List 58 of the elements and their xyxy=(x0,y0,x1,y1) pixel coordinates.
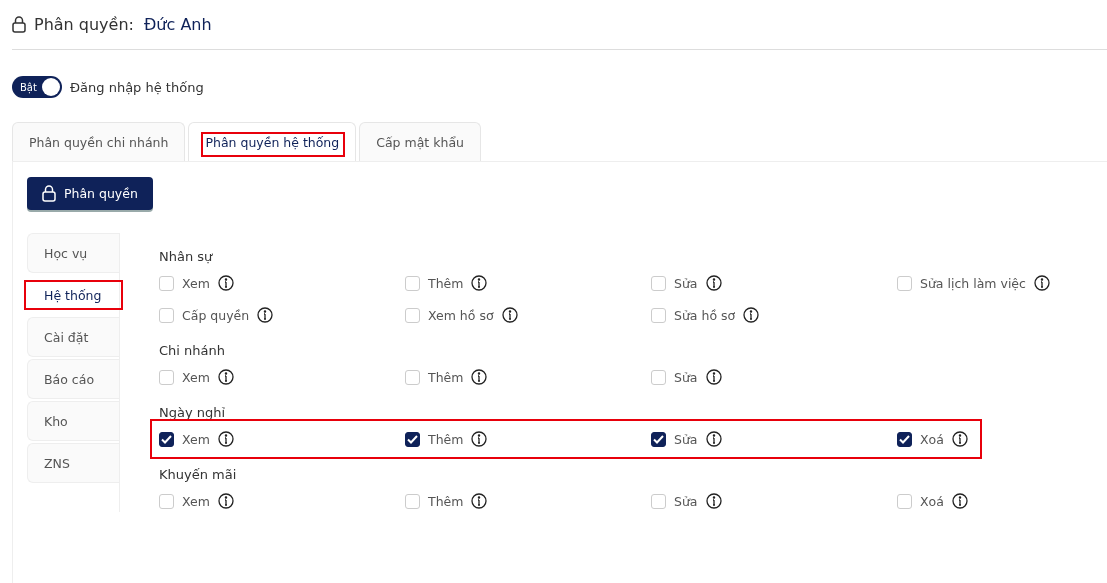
group-title: Khuyến mãi xyxy=(159,467,238,482)
info-icon[interactable] xyxy=(217,431,234,447)
checkbox[interactable] xyxy=(651,431,666,447)
checkbox[interactable] xyxy=(405,431,420,447)
info-icon[interactable] xyxy=(501,307,518,323)
permission-label: Xem hồ sơ xyxy=(428,307,494,323)
tab[interactable]: Cấp mật khẩu xyxy=(359,122,481,161)
permission-label: Thêm xyxy=(428,275,464,291)
permission-label: Xem xyxy=(182,275,210,291)
group-title: Chi nhánh xyxy=(159,343,226,358)
permission-label: Cấp quyền xyxy=(182,307,250,323)
info-icon[interactable] xyxy=(217,275,234,291)
sidebar-item[interactable]: ZNS xyxy=(27,443,119,483)
info-icon[interactable] xyxy=(743,307,760,323)
info-icon[interactable] xyxy=(471,369,488,385)
info-icon[interactable] xyxy=(471,493,488,509)
sidebar-item[interactable]: Báo cáo xyxy=(27,359,119,399)
lock-icon xyxy=(42,185,56,202)
permission-label: Sửa lịch làm việc xyxy=(920,275,1026,291)
permission-label: Xoá xyxy=(920,493,944,509)
page-title: Phân quyền: xyxy=(34,15,134,34)
sidebar-item[interactable]: Học vụ xyxy=(27,233,119,273)
info-icon[interactable] xyxy=(705,493,722,509)
permission-label: Thêm xyxy=(428,493,464,509)
info-icon[interactable] xyxy=(705,369,722,385)
tab[interactable]: Phân quyền hệ thống xyxy=(188,122,357,161)
permission-label: Xoá xyxy=(920,431,944,447)
group-title: Nhân sự xyxy=(159,249,214,264)
info-icon[interactable] xyxy=(705,431,722,447)
info-icon[interactable] xyxy=(951,431,968,447)
sidebar-item[interactable]: Kho xyxy=(27,401,119,441)
permission-label: Sửa hồ sơ xyxy=(674,307,736,323)
info-icon[interactable] xyxy=(217,493,234,509)
info-icon[interactable] xyxy=(705,275,722,291)
permission-label: Sửa xyxy=(674,369,698,385)
info-icon[interactable] xyxy=(951,493,968,509)
permission-label: Sửa xyxy=(674,493,698,509)
permission-label: Thêm xyxy=(428,431,464,447)
info-icon[interactable] xyxy=(217,369,234,385)
permission-label: Thêm xyxy=(428,369,464,385)
permission-label: Xem xyxy=(182,493,210,509)
info-icon[interactable] xyxy=(257,307,274,323)
permission-label: Sửa xyxy=(674,275,698,291)
info-icon[interactable] xyxy=(1033,275,1050,291)
sidebar-item[interactable]: Cài đặt xyxy=(27,317,119,357)
login-toggle[interactable]: Bật xyxy=(12,76,62,98)
info-icon[interactable] xyxy=(471,275,488,291)
tab[interactable]: Phân quyền chi nhánh xyxy=(12,122,186,161)
checkbox[interactable] xyxy=(897,431,912,447)
lock-icon xyxy=(12,16,26,33)
toggle-caption: Đăng nhập hệ thống xyxy=(70,79,204,95)
permission-label: Xem xyxy=(182,369,210,385)
user-name: Đức Anh xyxy=(143,15,212,34)
permission-label: Sửa xyxy=(674,431,698,447)
permission-button[interactable]: Phân quyền xyxy=(27,177,153,210)
checkbox[interactable] xyxy=(159,431,174,447)
info-icon[interactable] xyxy=(471,431,488,447)
permission-label: Xem xyxy=(182,431,210,447)
